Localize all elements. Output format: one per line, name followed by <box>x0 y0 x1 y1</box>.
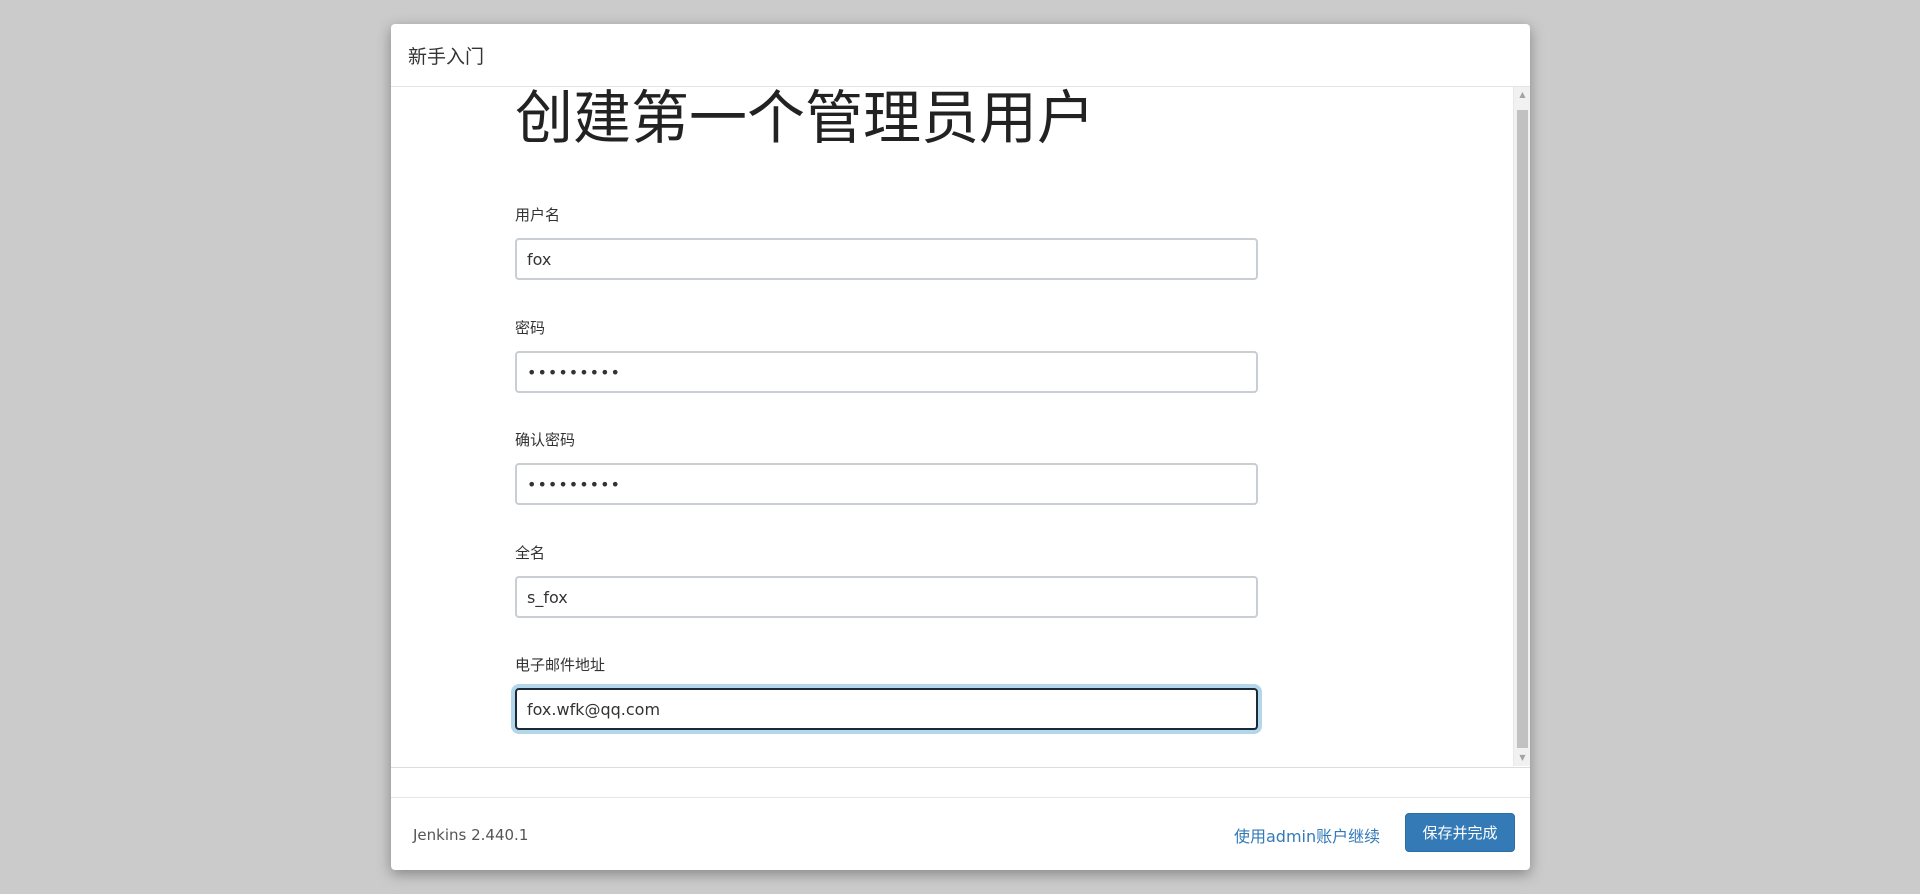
continue-as-admin-link[interactable]: 使用admin账户继续 <box>1234 823 1380 847</box>
username-label: 用户名 <box>515 206 561 224</box>
dialog-body: 创建第一个管理员用户 用户名 密码 确认密码 全名 电子邮件地址 <box>391 87 1513 766</box>
password-input[interactable] <box>515 351 1258 393</box>
username-input[interactable] <box>515 238 1258 280</box>
page-title: 创建第一个管理员用户 <box>515 87 1096 152</box>
email-input[interactable] <box>515 688 1258 730</box>
body-scrollbar[interactable]: ▲ ▼ <box>1513 87 1530 766</box>
confirm-password-input[interactable] <box>515 463 1258 505</box>
jenkins-version: Jenkins 2.440.1 <box>413 826 529 844</box>
dialog-footer: Jenkins 2.440.1 使用admin账户继续 保存并完成 <box>391 797 1530 870</box>
scrollbar-thumb[interactable] <box>1517 110 1528 748</box>
save-and-finish-button[interactable]: 保存并完成 <box>1405 813 1515 852</box>
email-label: 电子邮件地址 <box>515 656 606 674</box>
dialog-title: 新手入门 <box>408 46 485 68</box>
dialog-header: 新手入门 <box>391 24 1530 87</box>
triangle-down-icon[interactable]: ▼ <box>1514 750 1530 766</box>
full-name-input[interactable] <box>515 576 1258 618</box>
confirm-password-label: 确认密码 <box>515 431 576 449</box>
setup-wizard-dialog: 新手入门 创建第一个管理员用户 用户名 密码 确认密码 全名 电子邮件地址 ▲ … <box>391 24 1530 870</box>
password-label: 密码 <box>515 319 546 337</box>
triangle-up-icon[interactable]: ▲ <box>1514 87 1530 103</box>
full-name-label: 全名 <box>515 544 546 562</box>
body-divider <box>391 767 1530 768</box>
